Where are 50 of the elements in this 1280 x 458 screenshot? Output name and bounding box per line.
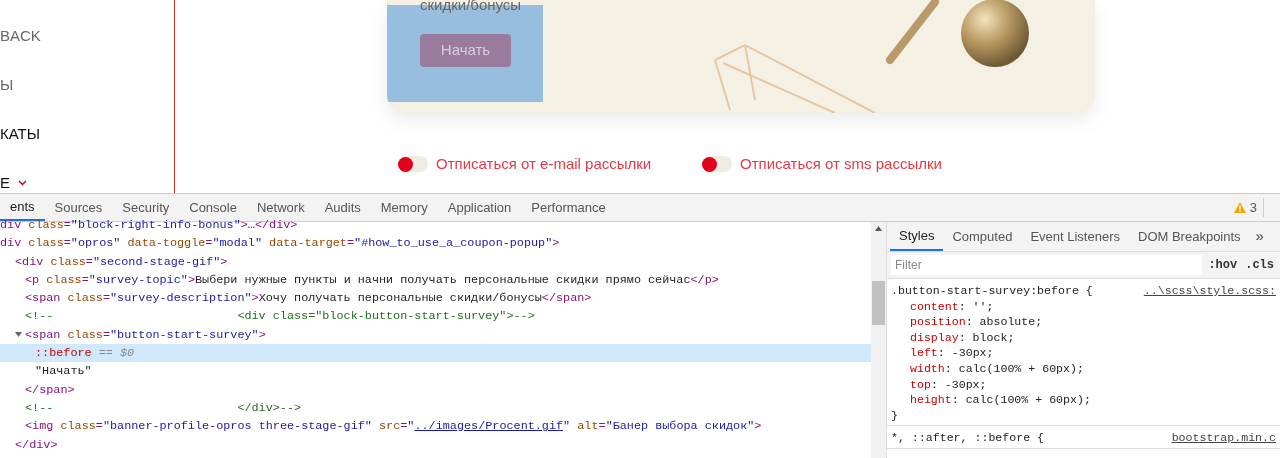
css-declaration: content: ''; bbox=[910, 298, 994, 315]
code-line: <!-- </div>--> bbox=[25, 399, 302, 417]
code-line: <!-- <div class="block-button-start-survey">--> bbox=[25, 308, 535, 326]
menu-item[interactable]: BACK bbox=[0, 24, 41, 48]
menu-item[interactable]: КАТЫ bbox=[0, 122, 40, 146]
menu-item[interactable]: Ы bbox=[0, 73, 14, 97]
code-line: </div> bbox=[15, 436, 58, 454]
code-line: <span class="survey-description">Хочу получать персональные скидки/бонусы</span> bbox=[25, 290, 592, 308]
down-triangle-icon[interactable] bbox=[15, 331, 22, 339]
more-tabs-button[interactable]: » bbox=[1249, 222, 1270, 251]
devtools-tab[interactable]: Performance bbox=[521, 194, 616, 221]
toggle-label[interactable]: Отписаться от sms рассылки bbox=[740, 153, 942, 176]
css-declaration: height: calc(100% + 60px); bbox=[910, 392, 1091, 408]
toolbar-toggle[interactable]: .cls bbox=[1243, 256, 1276, 274]
styles-tab[interactable]: DOM Breakpoints bbox=[1129, 222, 1250, 251]
styles-tab[interactable]: Computed bbox=[943, 222, 1022, 251]
menu-item[interactable]: E bbox=[0, 171, 10, 195]
closing-brace: } bbox=[891, 408, 898, 422]
code-line: <span class="button-start-survey"> bbox=[25, 326, 266, 344]
source-link[interactable]: ../images/Procent.gif bbox=[414, 419, 564, 434]
toggle-switch[interactable] bbox=[702, 156, 732, 173]
toolbar-toggle[interactable]: :hov bbox=[1206, 256, 1240, 274]
code-line: div class="opros" data-toggle="modal" data-target="#how_to_use_a_coupon-popup"> bbox=[0, 235, 560, 253]
stylesheet-link[interactable]: ..\scss\style.scss: bbox=[1143, 283, 1276, 299]
code-line: <div class="second-stage-gif"> bbox=[15, 253, 228, 271]
code-line: <p class="survey-topic">Выбери нужные пункты и начни получать персональные скидки прямо сейчас</p> bbox=[25, 271, 719, 289]
devtools-tab[interactable]: Audits bbox=[314, 194, 371, 221]
warning-count[interactable]: 3 bbox=[1249, 197, 1264, 218]
scrollbar-thumb bbox=[872, 281, 885, 325]
code-line: <img class="banner-profile-opros three-stage-gif" src="../images/Procent.gif" alt="Банер выбора скидок"> bbox=[25, 418, 762, 436]
css-declaration: top: -30px; bbox=[910, 376, 987, 393]
css-declaration: left: -30px; bbox=[910, 345, 994, 361]
filter-field[interactable]: Filter bbox=[891, 255, 1203, 275]
devtools-tab[interactable]: Application bbox=[437, 194, 522, 221]
stylesheet-link[interactable]: bootstrap.min.c bbox=[1171, 430, 1276, 446]
css-declaration: position: absolute; bbox=[910, 314, 1043, 330]
css-declaration: display: block; bbox=[910, 329, 1015, 346]
code-line: ::before == $0 bbox=[35, 345, 135, 363]
devtools-tab[interactable]: Memory bbox=[370, 194, 438, 221]
code-line: </span> bbox=[25, 381, 75, 399]
scroll-up-arrow-icon bbox=[875, 226, 882, 231]
styles-tab[interactable]: Event Listeners bbox=[1021, 222, 1129, 251]
css-selector: .button-start-survey:before { bbox=[891, 283, 1093, 299]
css-declaration: width: calc(100% + 60px); bbox=[910, 360, 1084, 377]
toggle-switch[interactable] bbox=[398, 156, 428, 173]
css-selector: *, ::after, ::before { bbox=[891, 430, 1045, 446]
code-line: "Начать" bbox=[35, 363, 92, 381]
warning-icon bbox=[1233, 202, 1246, 213]
toggle-label[interactable]: Отписаться от e-mail рассылки bbox=[436, 153, 652, 176]
devtools-tab[interactable]: ents bbox=[0, 194, 45, 221]
